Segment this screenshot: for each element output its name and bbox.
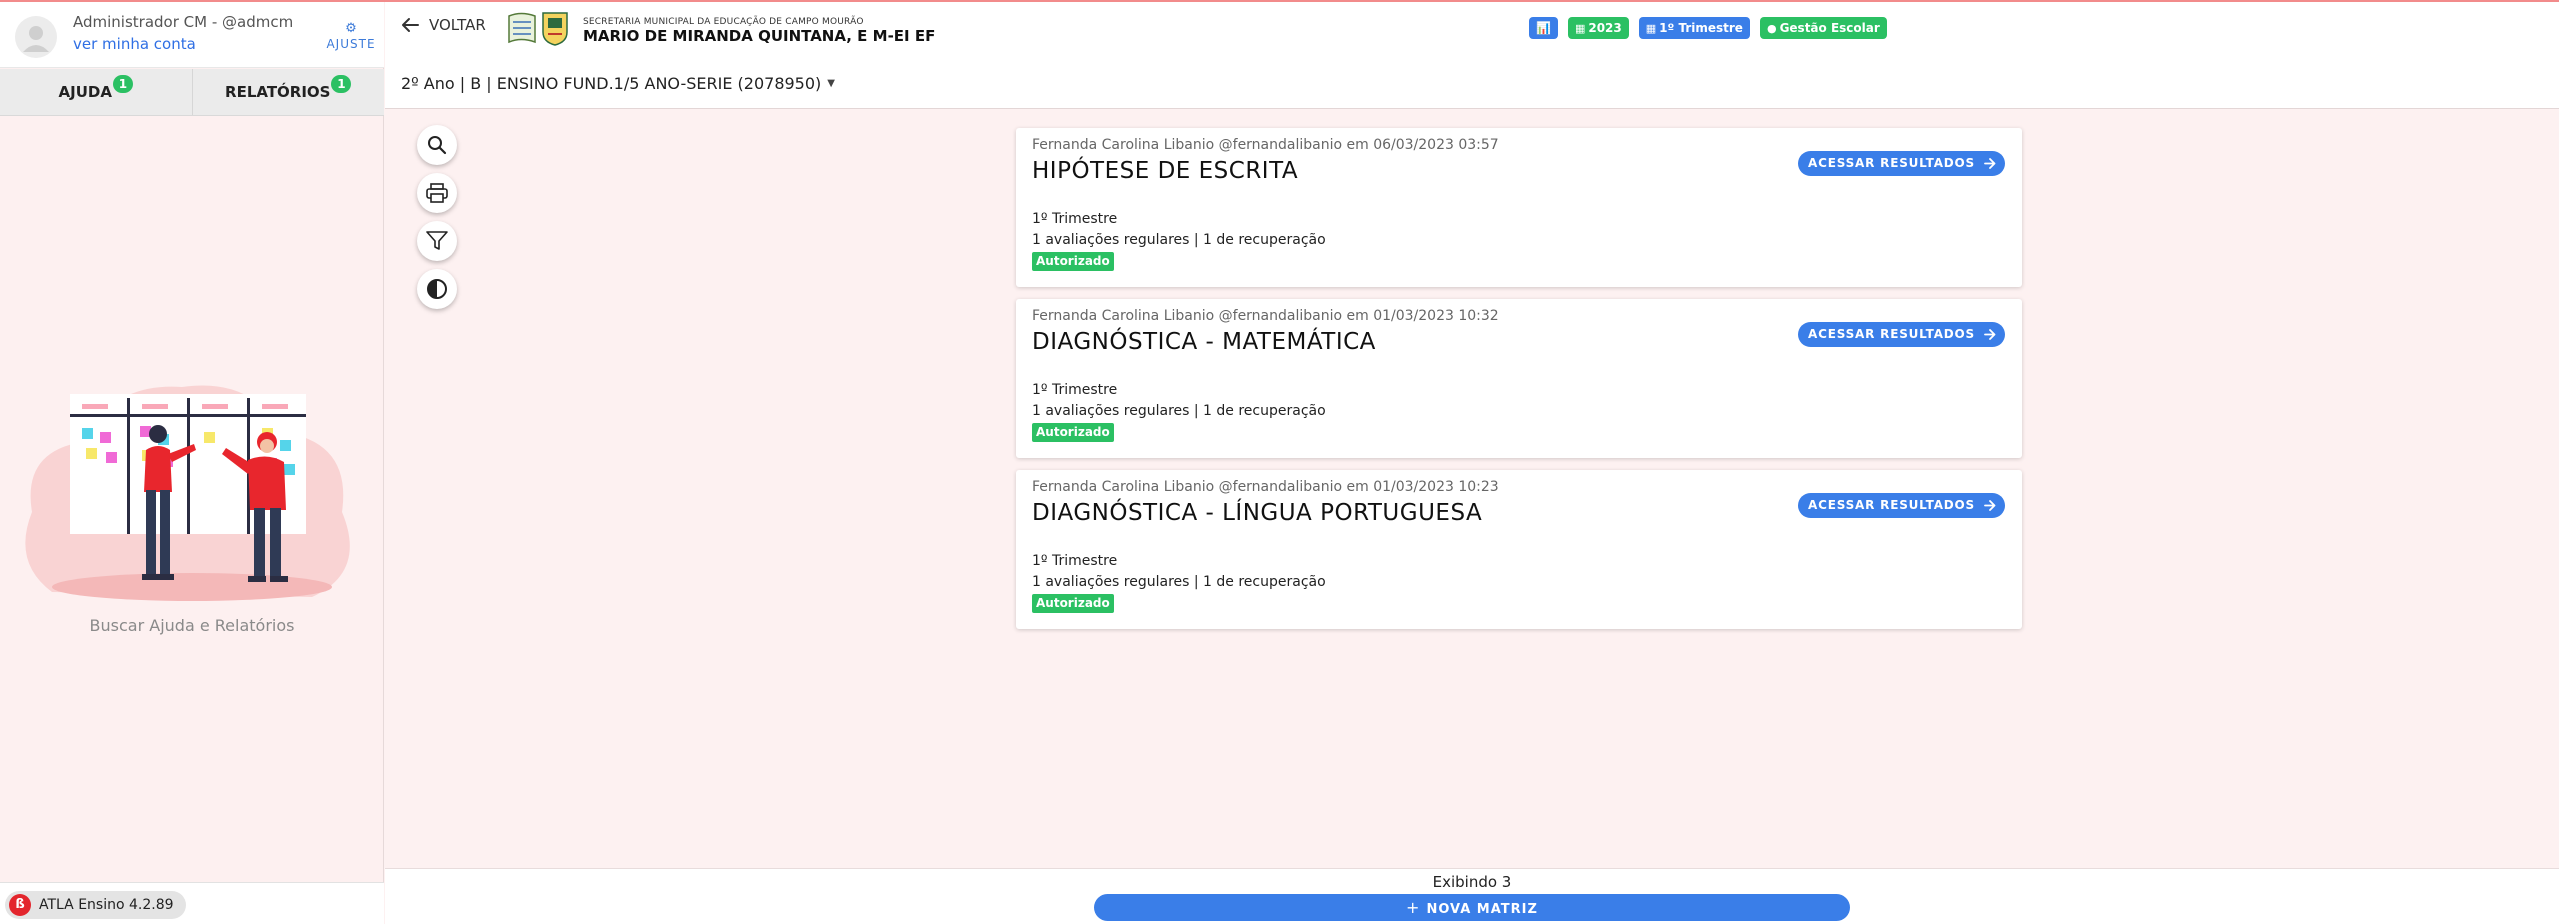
tab-help-label: AJUDA: [58, 83, 112, 101]
school-name: MARIO DE MIRANDA QUINTANA, E M-EI EF: [583, 27, 936, 45]
footer: Exibindo 3 + NOVA MATRIZ: [385, 868, 2559, 924]
municipal-crests-icon: [508, 12, 568, 46]
print-button[interactable]: [417, 173, 457, 213]
class-selector[interactable]: 2º Ano | B | ENSINO FUND.1/5 ANO-SERIE (…: [401, 74, 835, 93]
card-title: DIAGNÓSTICA - MATEMÁTICA: [1032, 329, 1376, 355]
status-badge: Autorizado: [1032, 423, 1114, 442]
card-meta: Fernanda Carolina Libanio @fernandaliban…: [1032, 137, 1499, 153]
access-results-label: ACESSAR RESULTADOS: [1808, 498, 1975, 512]
org-subtitle: SECRETARIA MUNICIPAL DA EDUCAÇÃO DE CAMP…: [583, 17, 864, 27]
caret-down-icon: ▼: [827, 78, 835, 89]
back-label: VOLTAR: [429, 16, 486, 34]
card-term: 1º Trimestre: [1032, 553, 1118, 569]
tab-reports[interactable]: RELATÓRIOS 1: [191, 69, 385, 115]
version-badge[interactable]: ß ATLA Ensino 4.2.89: [5, 891, 186, 919]
help-search-text: Buscar Ajuda e Relatórios: [89, 616, 295, 635]
context-chips: 📊 ▦ 2023 ▦ 1º Trimestre ● Gestão Escolar: [1529, 17, 1887, 39]
school-icon: ●: [1766, 22, 1777, 35]
search-icon: [428, 136, 447, 155]
access-results-label: ACESSAR RESULTADOS: [1808, 327, 1975, 341]
version-label: ATLA Ensino 4.2.89: [39, 897, 174, 913]
matrix-card: Fernanda Carolina Libanio @fernandaliban…: [1016, 299, 2022, 458]
management-chip[interactable]: ● Gestão Escolar: [1759, 17, 1887, 39]
sidebar: Administrador CM - @admcm ver minha cont…: [0, 2, 384, 924]
card-title: DIAGNÓSTICA - LÍNGUA PORTUGUESA: [1032, 500, 1483, 526]
card-evaluations: 1 avaliações regulares | 1 de recuperaçã…: [1032, 232, 1326, 248]
class-selector-value: 2º Ano | B | ENSINO FUND.1/5 ANO-SERIE (…: [401, 74, 822, 93]
tab-reports-label: RELATÓRIOS: [225, 83, 331, 101]
card-term: 1º Trimestre: [1032, 382, 1118, 398]
plus-icon: +: [1406, 898, 1421, 917]
new-matrix-button[interactable]: + NOVA MATRIZ: [1094, 894, 1850, 921]
arrow-right-icon: [1984, 158, 1996, 169]
card-evaluations: 1 avaliações regulares | 1 de recuperaçã…: [1032, 574, 1326, 590]
contrast-button[interactable]: [417, 269, 457, 309]
card-meta: Fernanda Carolina Libanio @fernandaliban…: [1032, 479, 1499, 495]
matrix-card: Fernanda Carolina Libanio @fernandaliban…: [1016, 470, 2022, 629]
status-badge: Autorizado: [1032, 594, 1114, 613]
card-term: 1º Trimestre: [1032, 211, 1118, 227]
user-name: Administrador CM - @admcm: [73, 13, 294, 31]
tab-help-badge: 1: [112, 75, 133, 93]
filter-icon: [426, 231, 448, 250]
calendar-icon: ▦: [1645, 22, 1657, 35]
calendar-icon: ▦: [1574, 22, 1586, 35]
back-button[interactable]: VOLTAR: [401, 16, 486, 34]
avatar[interactable]: [15, 16, 57, 58]
access-results-label: ACESSAR RESULTADOS: [1808, 156, 1975, 170]
search-button[interactable]: [417, 125, 457, 165]
arrow-right-icon: [1984, 329, 1996, 340]
year-label: 2023: [1588, 21, 1622, 35]
card-meta: Fernanda Carolina Libanio @fernandaliban…: [1032, 308, 1499, 324]
contrast-icon: [427, 279, 447, 299]
dashboard-chip[interactable]: 📊: [1529, 17, 1558, 39]
atla-logo-icon: ß: [9, 894, 31, 916]
arrow-left-icon: [402, 18, 419, 32]
adjust-button[interactable]: ⚙ AJUSTE: [326, 22, 376, 51]
user-box: Administrador CM - @admcm ver minha cont…: [0, 2, 384, 68]
adjust-label: AJUSTE: [326, 37, 376, 51]
top-header: VOLTAR SECRETARIA MUNICIPAL DA EDUCAÇÃO …: [385, 2, 2559, 109]
gear-icon: ⚙: [345, 21, 357, 36]
term-chip[interactable]: ▦ 1º Trimestre: [1638, 17, 1750, 39]
help-illustration: [25, 385, 350, 601]
tab-help[interactable]: AJUDA 1: [0, 69, 192, 115]
card-evaluations: 1 avaliações regulares | 1 de recuperaçã…: [1032, 403, 1326, 419]
arrow-right-icon: [1984, 500, 1996, 511]
term-label: 1º Trimestre: [1659, 21, 1743, 35]
year-chip[interactable]: ▦ 2023: [1567, 17, 1629, 39]
sidebar-tabs: AJUDA 1 RELATÓRIOS 1: [0, 69, 384, 116]
results-count: Exibindo 3: [1432, 873, 1512, 891]
access-results-button[interactable]: ACESSAR RESULTADOS: [1798, 322, 2005, 347]
version-bar: ß ATLA Ensino 4.2.89: [0, 882, 384, 924]
access-results-button[interactable]: ACESSAR RESULTADOS: [1798, 151, 2005, 176]
new-matrix-label: NOVA MATRIZ: [1426, 902, 1538, 917]
access-results-button[interactable]: ACESSAR RESULTADOS: [1798, 493, 2005, 518]
card-title: HIPÓTESE DE ESCRITA: [1032, 158, 1299, 184]
account-link[interactable]: ver minha conta: [73, 35, 196, 53]
bar-chart-icon: 📊: [1536, 21, 1551, 35]
tab-reports-badge: 1: [331, 75, 352, 93]
filter-button[interactable]: [417, 221, 457, 261]
management-label: Gestão Escolar: [1779, 21, 1880, 35]
user-placeholder-icon: [23, 26, 49, 52]
matrix-card: Fernanda Carolina Libanio @fernandaliban…: [1016, 128, 2022, 287]
status-badge: Autorizado: [1032, 252, 1114, 271]
print-icon: [426, 183, 448, 203]
